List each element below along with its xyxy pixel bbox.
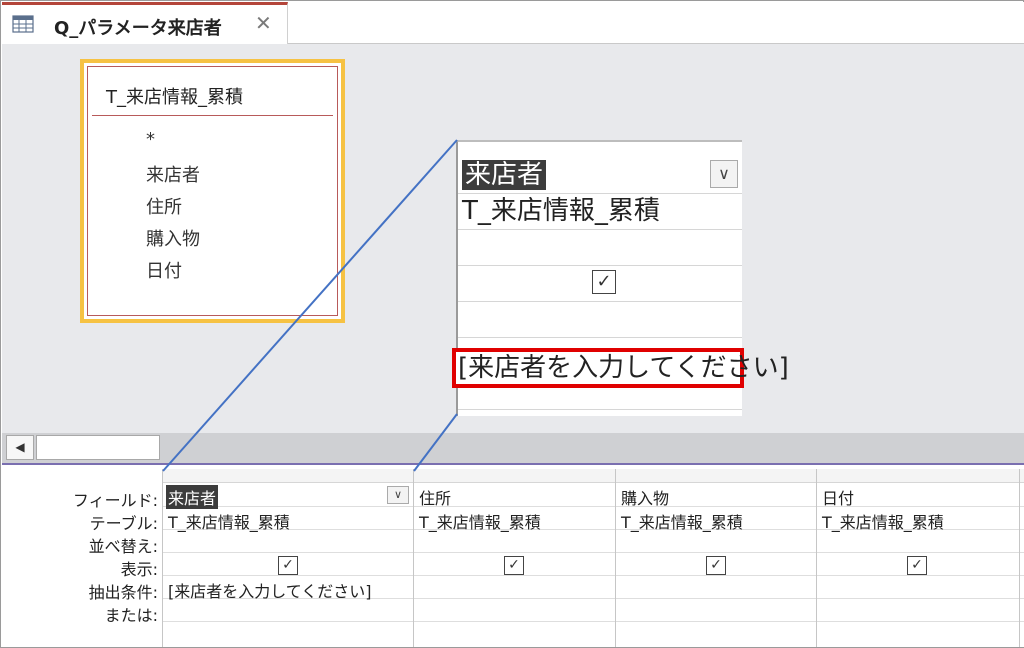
grid-row-labels: フィールド: テーブル: 並べ替え: 表示: 抽出条件: または:: [2, 469, 162, 647]
field-list-item-date[interactable]: 日付: [146, 257, 182, 283]
table-cell[interactable]: T_来店情報_累積: [822, 509, 944, 533]
field-cell[interactable]: 購入物: [621, 485, 669, 509]
field-list-item-visitor[interactable]: 来店者: [146, 161, 200, 187]
zoom-criteria-value: [来店者を入力してください]: [458, 353, 789, 383]
query-icon: [12, 15, 34, 33]
grid-column-date: 日付 T_来店情報_累積 ✓: [817, 469, 1020, 647]
field-list-table[interactable]: T_来店情報_累積 * 来店者 住所 購入物 日付: [87, 66, 338, 316]
field-cell[interactable]: 来店者: [166, 485, 219, 509]
field-list-title[interactable]: T_来店情報_累積: [106, 83, 243, 109]
zoom-field-row: 来店者 ∨: [458, 158, 742, 194]
row-label-or: または:: [104, 606, 158, 625]
zoom-show-checkbox: ✓: [592, 270, 616, 294]
show-checkbox[interactable]: ✓: [706, 556, 726, 575]
chevron-down-icon: ∨: [710, 160, 738, 188]
row-label-show: 表示:: [120, 560, 158, 579]
show-checkbox[interactable]: ✓: [504, 556, 524, 575]
show-checkbox[interactable]: ✓: [278, 556, 298, 575]
field-cell[interactable]: 日付: [822, 485, 854, 509]
query-design-grid: 来店者 ∨ T_来店情報_累積 ✓ [来店者を入力してください] 住所 T_来店…: [162, 469, 1024, 647]
criteria-cell[interactable]: [来店者を入力してください]: [168, 578, 372, 602]
field-list-divider: [92, 115, 333, 116]
grid-column-purchase: 購入物 T_来店情報_累積 ✓: [616, 469, 817, 647]
field-list-highlight: T_来店情報_累積 * 来店者 住所 購入物 日付: [80, 59, 345, 323]
field-list-item-address[interactable]: 住所: [146, 193, 182, 219]
tab-title: Q_パラメータ来店者: [54, 18, 222, 39]
zoom-sort-row: [458, 230, 742, 266]
row-label-table: テーブル:: [89, 514, 158, 533]
zoom-criteria-row: [458, 302, 742, 338]
scrollbar-thumb[interactable]: [36, 435, 160, 460]
zoom-table-value: T_来店情報_累積: [462, 196, 660, 226]
query-tab[interactable]: Q_パラメータ来店者 ✕: [2, 2, 288, 45]
table-pane-scrollbar[interactable]: ◀: [2, 433, 1024, 463]
show-checkbox[interactable]: ✓: [907, 556, 927, 575]
zoom-callout: 来店者 ∨ T_来店情報_累積 ✓ [来店者を入力してください]: [452, 140, 789, 416]
query-design-window: Q_パラメータ来店者 ✕ T_来店情報_累積 * 来店者 住所 購入物 日付 来…: [0, 0, 1024, 648]
row-label-sort: 並べ替え:: [88, 537, 158, 556]
chevron-down-icon[interactable]: ∨: [387, 486, 409, 504]
scroll-left-icon[interactable]: ◀: [6, 435, 34, 460]
row-label-criteria: 抽出条件:: [88, 583, 158, 602]
criteria-highlight-box: [来店者を入力してください]: [452, 348, 789, 388]
zoom-table-row: T_来店情報_累積: [458, 194, 742, 230]
row-label-field: フィールド:: [72, 491, 158, 510]
table-pane: T_来店情報_累積 * 来店者 住所 購入物 日付 来店者 ∨ T_来店情報_累…: [2, 44, 1024, 433]
field-cell[interactable]: 住所: [419, 485, 451, 509]
table-cell[interactable]: T_来店情報_累積: [419, 509, 541, 533]
field-list-item-all[interactable]: *: [146, 129, 155, 150]
grid-column-visitor: 来店者 ∨ T_来店情報_累積 ✓ [来店者を入力してください]: [163, 469, 414, 647]
zoom-field-value: 来店者: [462, 160, 547, 190]
close-icon[interactable]: ✕: [255, 11, 272, 35]
table-cell[interactable]: T_来店情報_累積: [621, 509, 743, 533]
zoom-show-row: ✓: [458, 266, 742, 302]
field-list-item-purchase[interactable]: 購入物: [146, 225, 200, 251]
document-tab-strip: Q_パラメータ来店者 ✕: [2, 2, 1024, 45]
grid-column-address: 住所 T_来店情報_累積 ✓: [414, 469, 616, 647]
table-cell[interactable]: T_来店情報_累積: [168, 509, 290, 533]
